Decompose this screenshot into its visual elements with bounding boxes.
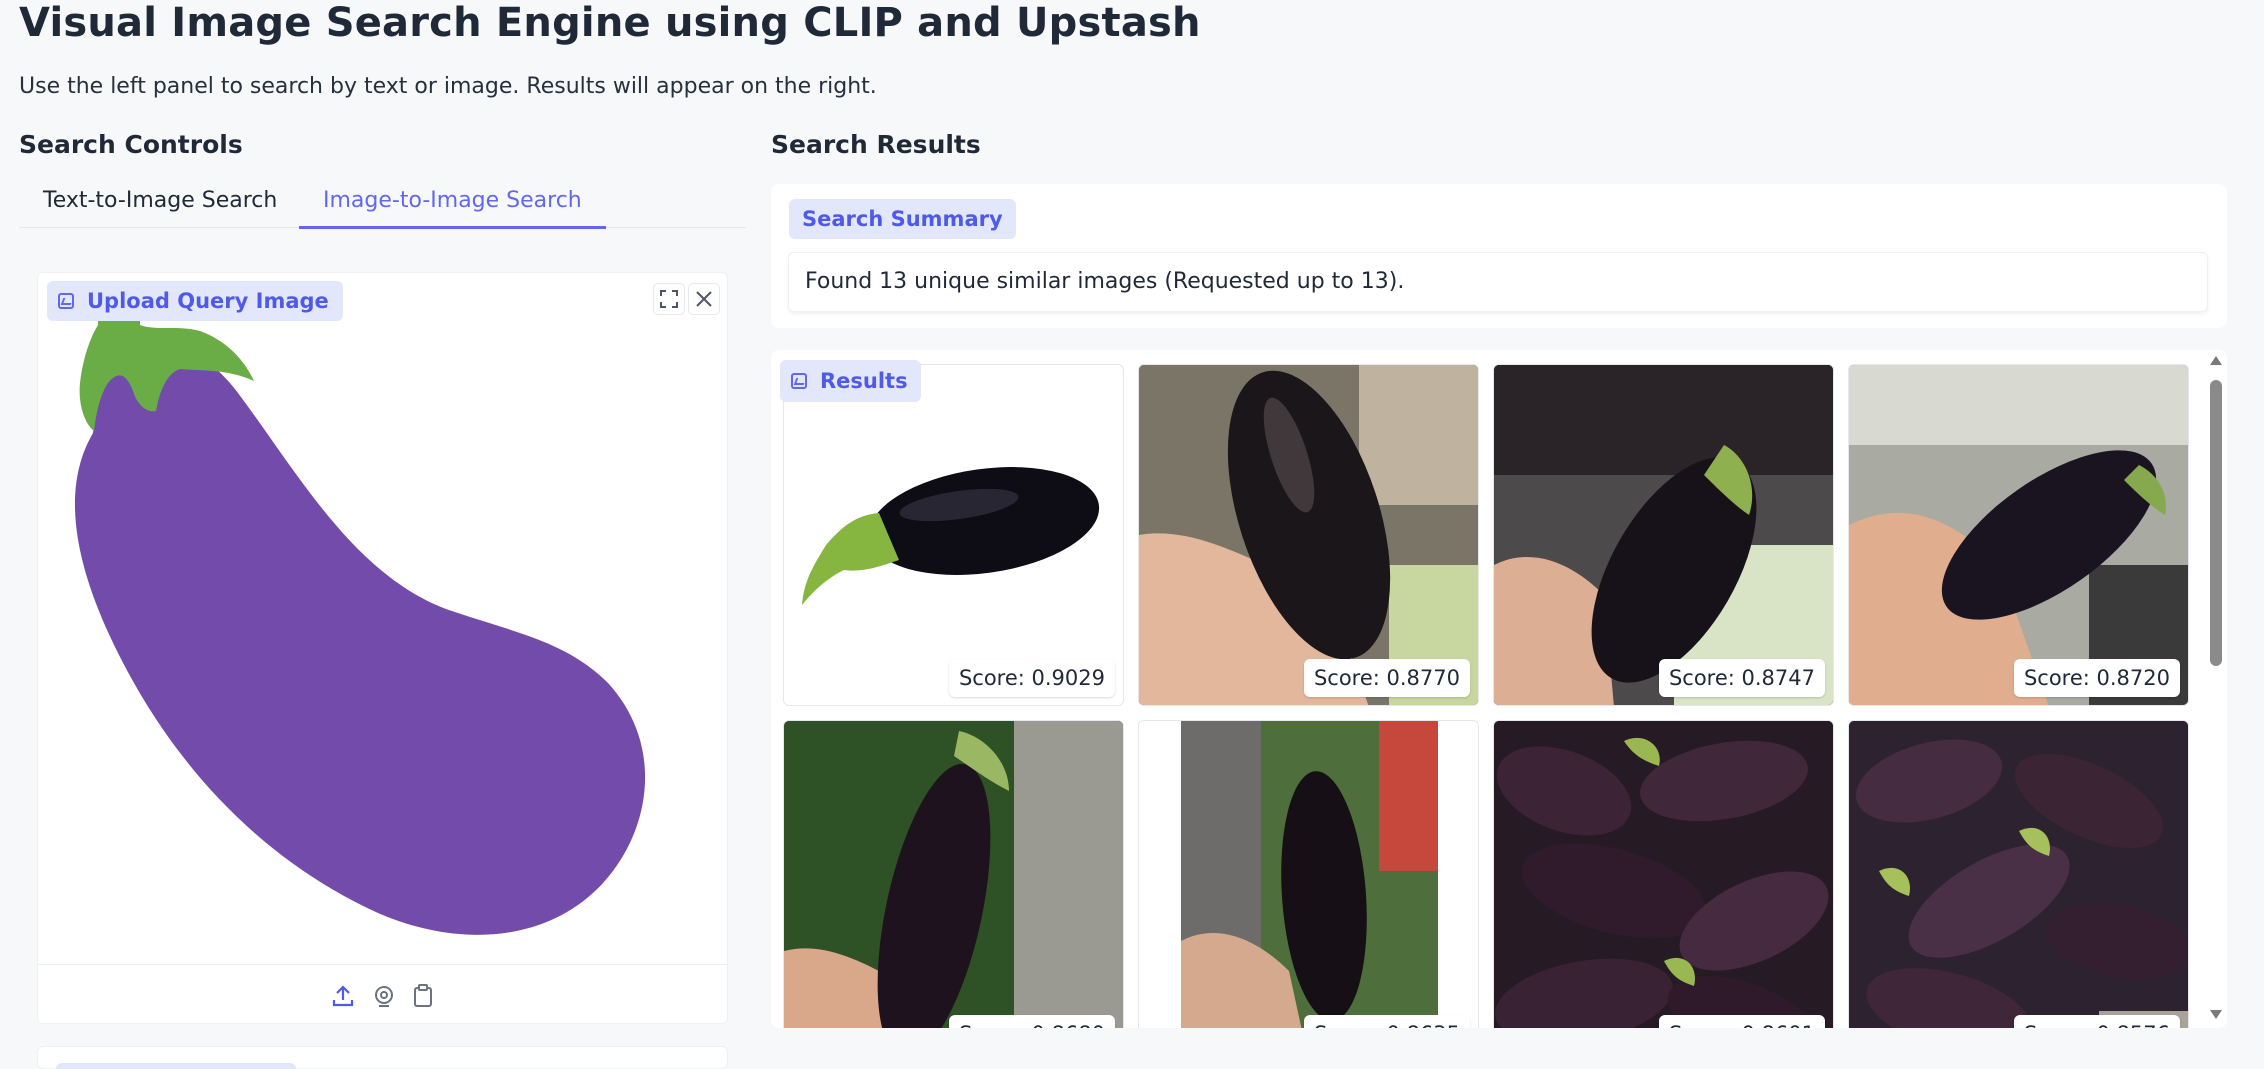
clear-image-button[interactable]	[688, 283, 720, 315]
next-control-panel	[37, 1046, 728, 1069]
result-tile[interactable]: Score: 0.8635	[1138, 720, 1479, 1028]
webcam-icon[interactable]	[371, 983, 397, 1009]
result-tile[interactable]: Score: 0.8747	[1493, 364, 1834, 706]
tab-text-to-image[interactable]: Text-to-Image Search	[19, 188, 301, 226]
results-label: Results	[780, 360, 921, 402]
search-results-heading: Search Results	[771, 130, 981, 159]
tab-image-to-image[interactable]: Image-to-Image Search	[299, 188, 606, 229]
close-icon	[696, 291, 712, 307]
score-badge: Score: 0.8635	[1303, 1015, 1470, 1028]
score-badge: Score: 0.8747	[1658, 659, 1825, 697]
search-summary-text: Found 13 unique similar images (Requeste…	[788, 252, 2208, 312]
score-badge: Score: 0.8720	[2013, 659, 2180, 697]
search-summary-card: Search Summary Found 13 unique similar i…	[771, 184, 2227, 328]
upload-query-image-panel[interactable]: Upload Query Image	[37, 272, 728, 1024]
results-gallery: Results Score: 0.9029 Score: 0.8770 Scor…	[771, 350, 2227, 1028]
result-image	[1494, 365, 1833, 705]
upload-source-toolbar	[38, 964, 727, 1023]
result-image	[1139, 365, 1478, 705]
score-badge: Score: 0.8770	[1303, 659, 1470, 697]
query-image	[74, 293, 646, 935]
fullscreen-icon	[660, 290, 678, 308]
results-scrollbar[interactable]	[2208, 356, 2224, 1028]
upload-query-image-label: Upload Query Image	[47, 281, 343, 321]
eggplant-body	[74, 340, 646, 935]
score-badge: Score: 0.8576	[2013, 1015, 2180, 1028]
result-image	[1181, 721, 1438, 1028]
clipboard-icon[interactable]	[410, 983, 436, 1009]
result-tile[interactable]: Score: 0.8576	[1848, 720, 2189, 1028]
score-badge: Score: 0.8680	[948, 1015, 1115, 1028]
fullscreen-button[interactable]	[653, 283, 685, 315]
result-image	[1494, 721, 1833, 1028]
search-controls-heading: Search Controls	[19, 130, 243, 159]
image-icon	[791, 373, 807, 389]
result-tile[interactable]: Score: 0.8680	[783, 720, 1124, 1028]
search-mode-tabs: Text-to-Image Search Image-to-Image Sear…	[19, 178, 746, 229]
score-badge: Score: 0.9029	[948, 659, 1115, 697]
page-title: Visual Image Search Engine using CLIP an…	[19, 0, 1201, 46]
result-tile[interactable]: Score: 0.8770	[1138, 364, 1479, 706]
page-subtitle: Use the left panel to search by text or …	[19, 74, 877, 99]
result-image	[1849, 365, 2188, 705]
result-image	[802, 467, 1100, 605]
result-tile[interactable]: Score: 0.8720	[1848, 364, 2189, 706]
scroll-up-icon[interactable]	[2210, 356, 2222, 365]
result-image	[784, 721, 1123, 1028]
result-tile[interactable]: Score: 0.9029	[783, 364, 1124, 706]
image-icon	[58, 293, 74, 309]
scroll-thumb[interactable]	[2210, 380, 2222, 666]
upload-icon[interactable]	[330, 983, 356, 1009]
search-summary-label: Search Summary	[789, 199, 1016, 239]
result-image	[1849, 721, 2188, 1028]
result-tile[interactable]: Score: 0.8601	[1493, 720, 1834, 1028]
score-badge: Score: 0.8601	[1658, 1015, 1825, 1028]
scroll-down-icon[interactable]	[2210, 1010, 2222, 1019]
